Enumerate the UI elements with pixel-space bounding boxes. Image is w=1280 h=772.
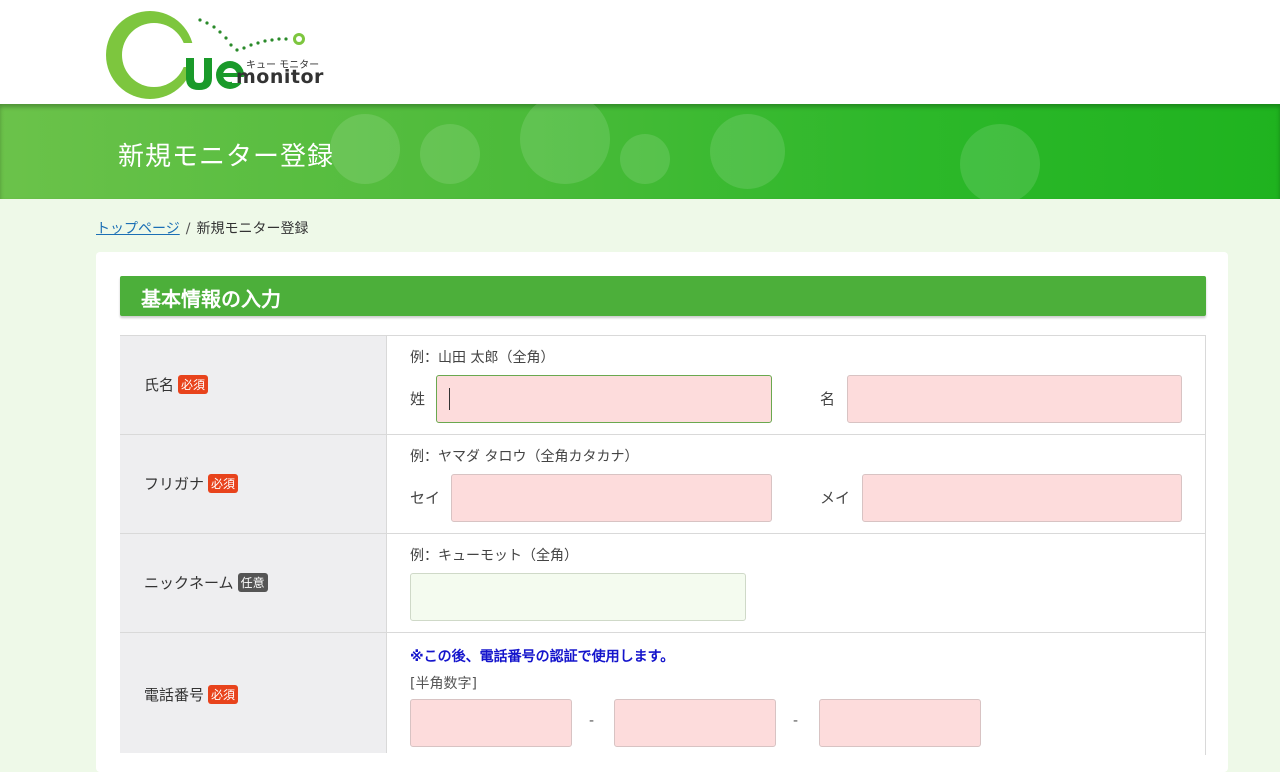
table-right-border (1205, 335, 1206, 755)
label-cell-furigana: フリガナ 必須 (120, 435, 387, 534)
logo-text-en: monitor (236, 66, 324, 88)
name-label-text: 氏名 (144, 376, 175, 394)
first-name-label: 名 (820, 390, 836, 408)
breadcrumb-home-link[interactable]: トップページ (96, 221, 180, 237)
required-badge: 必須 (178, 375, 209, 394)
phone-part1-input[interactable] (410, 699, 572, 747)
phone-label: 電話番号 必須 (144, 684, 239, 705)
furigana-label-text: フリガナ (144, 475, 205, 493)
label-cell-nickname: ニックネーム 任意 (120, 534, 387, 633)
nickname-label: ニックネーム 任意 (144, 572, 268, 593)
first-kana-label: メイ (820, 489, 851, 507)
optional-badge: 任意 (237, 573, 268, 592)
last-kana-input[interactable] (451, 474, 772, 522)
breadcrumb: トップページ / 新規モニター登録 (96, 218, 308, 238)
nickname-label-text: ニックネーム (144, 574, 234, 592)
required-badge: 必須 (208, 474, 239, 493)
phone-dash-2: - (793, 713, 799, 729)
furigana-hint: 例：ヤマダ タロウ（全角カタカナ） (410, 449, 639, 465)
page-title: 新規モニター登録 (118, 142, 335, 172)
furigana-label: フリガナ 必須 (144, 473, 239, 494)
form-row-furigana: フリガナ 必須 例：ヤマダ タロウ（全角カタカナ） セイ メイ (120, 434, 1206, 534)
nickname-input[interactable] (410, 573, 746, 621)
phone-part2-input[interactable] (614, 699, 776, 747)
text-caret (449, 388, 450, 410)
first-name-input[interactable] (847, 375, 1182, 423)
phone-dash-1: - (589, 713, 595, 729)
form-row-nickname: ニックネーム 任意 例：キューモット（全角） (120, 533, 1206, 633)
phone-label-text: 電話番号 (144, 686, 205, 704)
breadcrumb-separator: / (185, 221, 191, 237)
name-label: 氏名 必須 (144, 374, 209, 395)
form-row-name: 氏名 必須 例：山田 太郎（全角） 姓 名 (120, 335, 1206, 435)
last-kana-label: セイ (410, 489, 441, 507)
label-cell-name: 氏名 必須 (120, 336, 387, 435)
name-hint: 例：山田 太郎（全角） (410, 350, 555, 366)
phone-part3-input[interactable] (819, 699, 981, 747)
site-header: キュー モニター monitor (0, 0, 1280, 104)
form-row-phone: 電話番号 必須 ※この後、電話番号の認証で使用します。 [半角数字] - - (120, 632, 1206, 753)
last-name-input[interactable] (436, 375, 772, 423)
section-header: 基本情報の入力 (120, 276, 1206, 316)
first-kana-input[interactable] (862, 474, 1182, 522)
breadcrumb-current: 新規モニター登録 (196, 221, 309, 237)
section-title: 基本情報の入力 (141, 287, 281, 311)
phone-note: ※この後、電話番号の認証で使用します。 (410, 649, 675, 665)
label-cell-phone: 電話番号 必須 (120, 633, 387, 753)
last-name-label: 姓 (410, 390, 426, 408)
phone-subhint: [半角数字] (410, 676, 477, 692)
nickname-hint: 例：キューモット（全角） (410, 548, 578, 564)
required-badge: 必須 (208, 685, 239, 704)
